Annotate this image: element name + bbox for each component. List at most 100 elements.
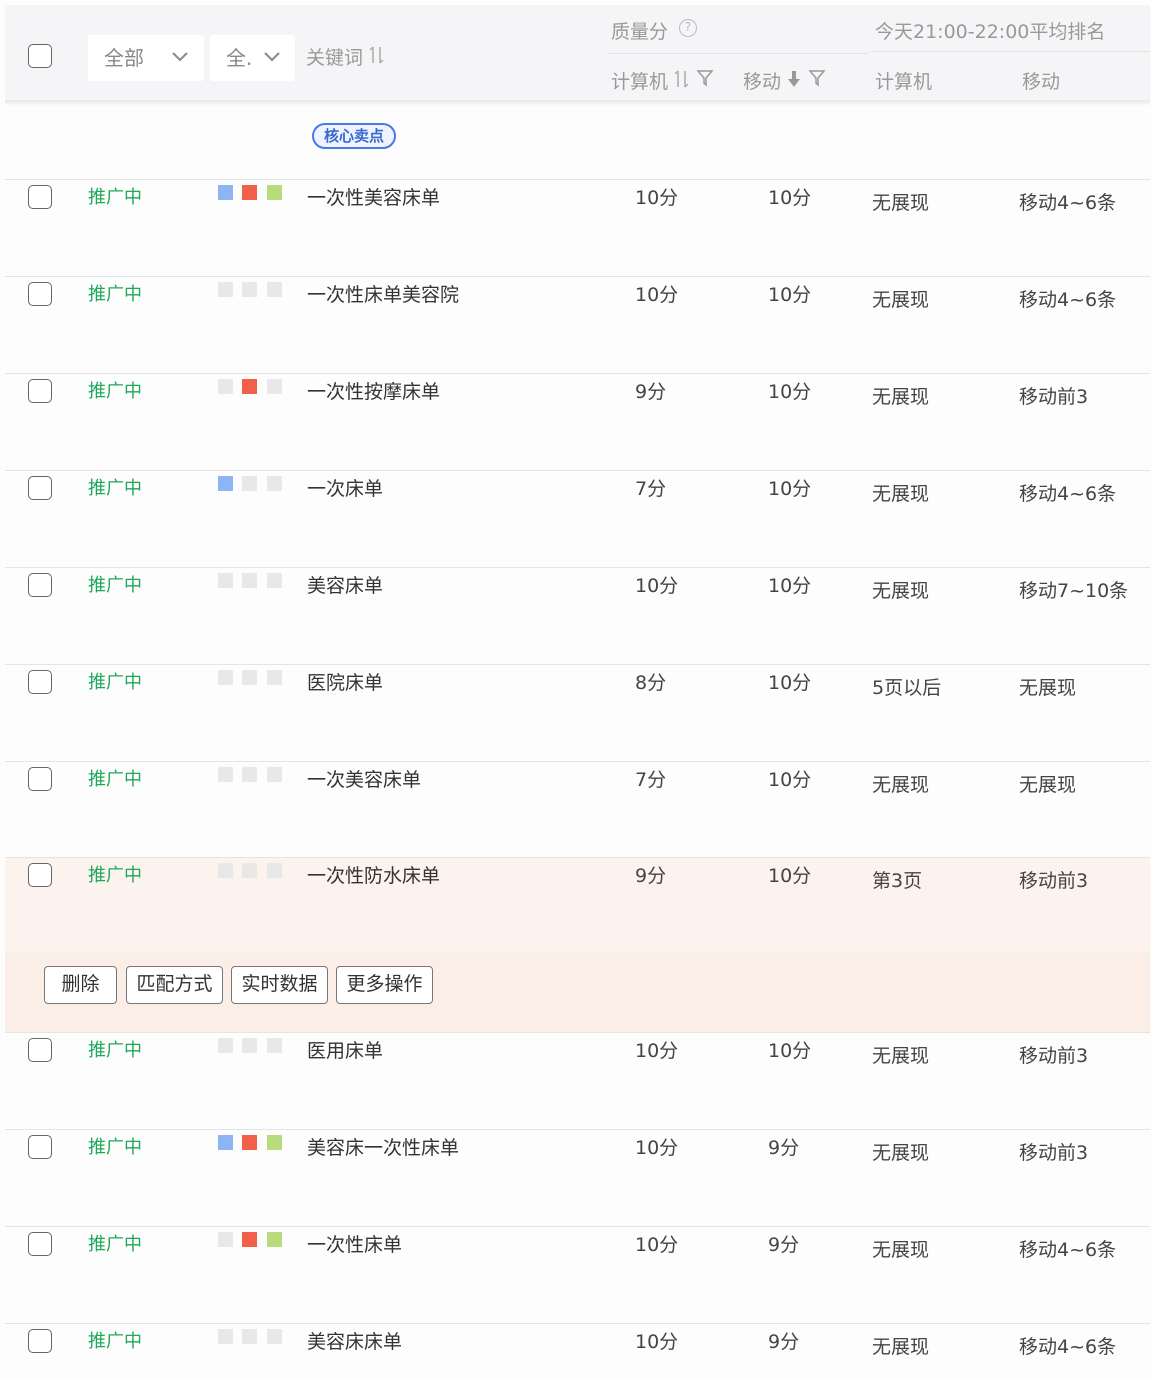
- keyword-text[interactable]: 美容床单: [307, 571, 383, 598]
- sort-desc-icon[interactable]: [787, 69, 801, 89]
- quality-mobile-value: 10分: [768, 672, 812, 694]
- realtime-data-button[interactable]: 实时数据: [231, 966, 328, 1004]
- device-indicator-green: [267, 1232, 282, 1247]
- keyword-text[interactable]: 一次性床单美容院: [307, 280, 459, 307]
- device-indicator-green: [267, 1135, 282, 1150]
- table-row: 推广中 医院床单 8分 10分 5页以后 无展现: [5, 664, 1150, 761]
- more-actions-button[interactable]: 更多操作: [336, 966, 433, 1004]
- rank-pc-value: 第3页: [872, 870, 923, 892]
- quality-mobile-value: 9分: [768, 1234, 800, 1256]
- status-label: 推广中: [88, 1040, 142, 1061]
- type-filter-value: 全.: [226, 46, 253, 70]
- delete-button[interactable]: 删除: [44, 966, 117, 1004]
- select-all-checkbox[interactable]: [28, 44, 52, 68]
- header-divider: [871, 51, 1150, 52]
- keyword-text[interactable]: 一次性防水床单: [307, 861, 440, 888]
- row-checkbox[interactable]: [28, 863, 52, 887]
- device-indicator-green: [267, 185, 282, 200]
- row-checkbox[interactable]: [28, 185, 52, 209]
- quality-pc-value: 9分: [635, 865, 667, 887]
- rank-pc-value: 无展现: [872, 1336, 930, 1358]
- device-indicator-gray: [267, 282, 282, 297]
- rank-pc-value: 无展现: [872, 483, 930, 505]
- type-filter-select[interactable]: 全.: [210, 35, 295, 81]
- device-indicator-blue: [218, 1135, 233, 1150]
- sort-icon[interactable]: [673, 69, 691, 89]
- quality-pc-value: 10分: [635, 284, 679, 306]
- table-row: 推广中 医用床单 10分 10分 无展现 移动前3: [5, 1032, 1150, 1129]
- table-row: 推广中 一次床单 7分 10分 无展现 移动4~6条: [5, 470, 1150, 567]
- keyword-text[interactable]: 一次性美容床单: [307, 183, 440, 210]
- quality-score-header: 质量分: [611, 21, 669, 43]
- keyword-text[interactable]: 一次性按摩床单: [307, 377, 440, 404]
- device-indicator-gray: [218, 863, 233, 878]
- quality-mobile-header[interactable]: 移动: [743, 67, 781, 94]
- quality-pc-value: 10分: [635, 1040, 679, 1062]
- quality-pc-value: 10分: [635, 187, 679, 209]
- status-filter-select[interactable]: 全部: [88, 35, 204, 81]
- status-label: 推广中: [88, 1137, 142, 1158]
- help-icon[interactable]: ?: [679, 19, 697, 37]
- status-label: 推广中: [88, 187, 142, 208]
- status-label: 推广中: [88, 575, 142, 596]
- device-indicator-gray: [267, 863, 282, 878]
- rank-pc-value: 无展现: [872, 1239, 930, 1261]
- device-indicator-gray: [242, 1038, 257, 1053]
- device-indicator-gray: [267, 476, 282, 491]
- row-checkbox[interactable]: [28, 1135, 52, 1159]
- device-indicator-gray: [242, 573, 257, 588]
- rank-pc-value: 无展现: [872, 289, 930, 311]
- rank-mobile-value: 移动4~6条: [1019, 1336, 1117, 1358]
- quality-mobile-value: 9分: [768, 1137, 800, 1159]
- status-label: 推广中: [88, 1331, 142, 1352]
- device-indicator-gray: [218, 1329, 233, 1344]
- device-indicator-gray: [242, 767, 257, 782]
- device-indicator-gray: [267, 670, 282, 685]
- device-indicator-gray: [218, 1038, 233, 1053]
- keyword-column-header[interactable]: 关键词: [306, 43, 363, 70]
- quality-mobile-value: 10分: [768, 769, 812, 791]
- chevron-down-icon: [264, 52, 280, 62]
- row-checkbox[interactable]: [28, 282, 52, 306]
- status-label: 推广中: [88, 672, 142, 693]
- filter-icon[interactable]: [808, 69, 826, 87]
- core-selling-point-tag[interactable]: 核心卖点: [312, 123, 396, 149]
- rank-pc-value: 无展现: [872, 1142, 930, 1164]
- table-row: 推广中 一次美容床单 7分 10分 无展现 无展现: [5, 761, 1150, 858]
- filter-icon[interactable]: [696, 69, 714, 87]
- quality-pc-header[interactable]: 计算机: [611, 67, 668, 94]
- row-checkbox[interactable]: [28, 670, 52, 694]
- sort-icon[interactable]: [368, 45, 386, 65]
- row-checkbox[interactable]: [28, 1038, 52, 1062]
- row-checkbox[interactable]: [28, 476, 52, 500]
- keyword-text[interactable]: 美容床床单: [307, 1327, 402, 1354]
- rank-mobile-value: 移动前3: [1019, 386, 1089, 408]
- quality-pc-value: 10分: [635, 1137, 679, 1159]
- row-checkbox[interactable]: [28, 1329, 52, 1353]
- row-checkbox[interactable]: [28, 767, 52, 791]
- quality-mobile-value: 10分: [768, 575, 812, 597]
- keyword-text[interactable]: 一次美容床单: [307, 765, 421, 792]
- device-indicator-gray: [242, 863, 257, 878]
- row-checkbox[interactable]: [28, 379, 52, 403]
- rank-mobile-value: 无展现: [1019, 774, 1077, 796]
- table-header: 全部 全. 关键词 质量分 ? 计算机 移动 今天21:00-22:00平均排名…: [5, 5, 1150, 102]
- rank-pc-value: 无展现: [872, 386, 930, 408]
- device-indicator-gray: [267, 1329, 282, 1344]
- keyword-text[interactable]: 医院床单: [307, 668, 383, 695]
- quality-pc-value: 7分: [635, 478, 667, 500]
- match-type-button[interactable]: 匹配方式: [126, 966, 223, 1004]
- device-indicator-gray: [242, 1329, 257, 1344]
- row-checkbox[interactable]: [28, 573, 52, 597]
- device-indicator-gray: [242, 282, 257, 297]
- status-filter-value: 全部: [104, 46, 144, 70]
- header-divider: [608, 53, 868, 54]
- table-row: 推广中 美容床床单 10分 9分 无展现 移动4~6条: [5, 1323, 1150, 1359]
- keyword-text[interactable]: 一次床单: [307, 474, 383, 501]
- row-checkbox[interactable]: [28, 1232, 52, 1256]
- keyword-text[interactable]: 一次性床单: [307, 1230, 402, 1257]
- keyword-text[interactable]: 美容床一次性床单: [307, 1133, 459, 1160]
- keyword-text[interactable]: 医用床单: [307, 1036, 383, 1063]
- rank-mobile-value: 移动前3: [1019, 1142, 1089, 1164]
- device-indicator-blue: [218, 185, 233, 200]
